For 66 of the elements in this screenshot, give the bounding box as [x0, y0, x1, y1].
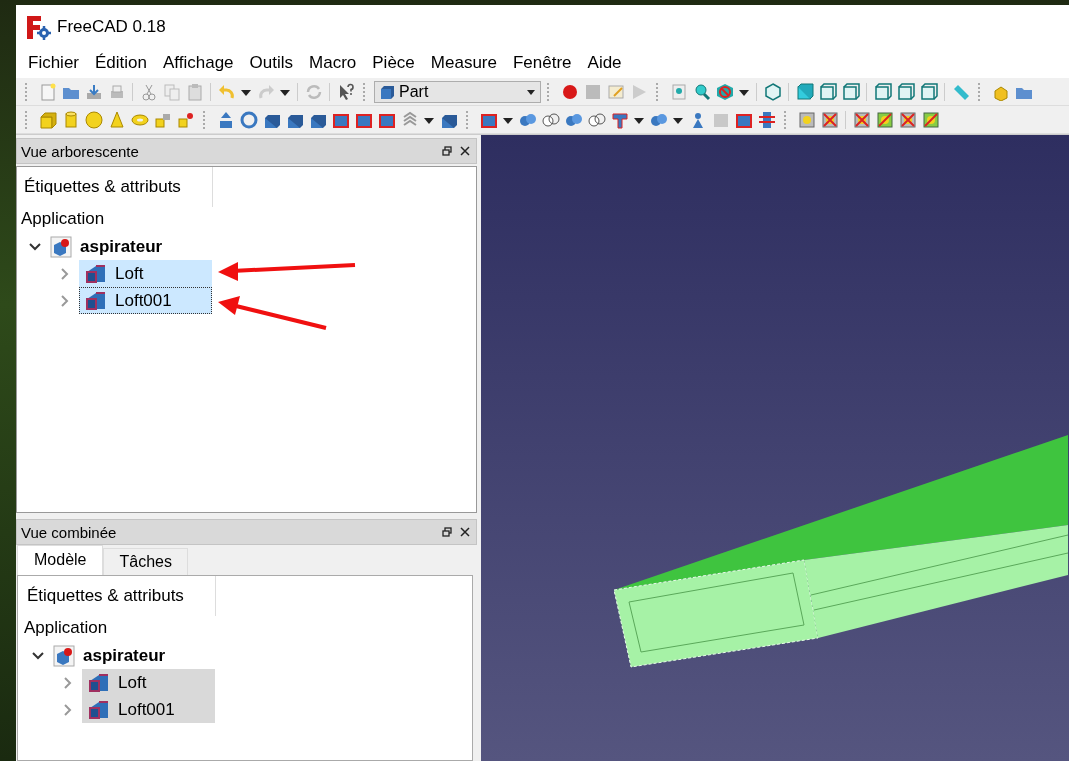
- toggle-delta-icon[interactable]: [921, 110, 940, 129]
- window-title: FreeCAD 0.18: [57, 16, 166, 37]
- tree-root-label: Application: [21, 209, 106, 229]
- fuse-icon[interactable]: [541, 110, 560, 129]
- document-icon: [53, 644, 75, 667]
- top-view-icon[interactable]: [818, 82, 837, 101]
- box-icon[interactable]: [38, 110, 57, 129]
- panel-title: Vue arborescente: [21, 142, 140, 160]
- join-icon[interactable]: [610, 110, 629, 129]
- tree-item[interactable]: aspirateur: [80, 236, 163, 257]
- shape-builder-icon[interactable]: [176, 110, 195, 129]
- save-icon[interactable]: [84, 82, 103, 101]
- tree-root-label: Application: [24, 618, 109, 638]
- measure-linear-icon[interactable]: [797, 110, 816, 129]
- menu-item[interactable]: Édition: [87, 53, 155, 73]
- menu-item[interactable]: Affichage: [155, 53, 242, 73]
- front-view-icon[interactable]: [795, 82, 814, 101]
- float-icon[interactable]: [442, 527, 452, 537]
- tree-item[interactable]: Loft: [82, 669, 215, 696]
- menu-item[interactable]: Measure: [422, 53, 505, 73]
- column-header[interactable]: Étiquettes & attributs: [23, 576, 216, 616]
- column-header[interactable]: Étiquettes & attributs: [20, 167, 213, 207]
- menu-item[interactable]: Macro: [301, 53, 365, 73]
- loft-icon: [85, 263, 107, 284]
- loft-icon: [85, 290, 107, 311]
- draw-style-icon[interactable]: [715, 82, 734, 101]
- part-cube-icon: [379, 83, 395, 100]
- toggle-3d-icon[interactable]: [898, 110, 917, 129]
- cut-icon[interactable]: [139, 82, 158, 101]
- close-icon[interactable]: [460, 146, 470, 156]
- float-icon[interactable]: [442, 146, 452, 156]
- tree-item[interactable]: Loft: [79, 260, 212, 287]
- slice-icon[interactable]: [757, 110, 776, 129]
- 3d-viewport[interactable]: [481, 135, 1069, 761]
- tab[interactable]: Tâches: [103, 548, 188, 575]
- sphere-icon[interactable]: [84, 110, 103, 129]
- isometric-view-icon[interactable]: [763, 82, 782, 101]
- toggle-measure-icon[interactable]: [875, 110, 894, 129]
- workbench-dropdown[interactable]: Part: [374, 80, 541, 103]
- fit-all-icon[interactable]: [669, 82, 688, 101]
- tab[interactable]: Modèle: [17, 545, 104, 575]
- tree-item[interactable]: aspirateur: [83, 645, 166, 666]
- measure-angular-icon[interactable]: [820, 110, 839, 129]
- revolve-icon[interactable]: [239, 110, 258, 129]
- tree-item[interactable]: Loft001: [79, 287, 212, 314]
- document-icon: [50, 235, 72, 258]
- menu-item[interactable]: Fenêtre: [504, 53, 580, 73]
- clear-measure-icon[interactable]: [852, 110, 871, 129]
- app-logo-icon: [25, 13, 51, 40]
- menu-item[interactable]: Fichier: [20, 53, 87, 73]
- left-view-icon[interactable]: [919, 82, 938, 101]
- bottom-view-icon[interactable]: [896, 82, 915, 101]
- close-icon[interactable]: [460, 527, 470, 537]
- right-view-icon[interactable]: [841, 82, 860, 101]
- tree-item[interactable]: Loft001: [82, 696, 215, 723]
- section-icon[interactable]: [587, 110, 606, 129]
- zoom-icon[interactable]: [692, 82, 711, 101]
- panel-title: Vue combinée: [21, 523, 118, 541]
- record-icon[interactable]: [560, 82, 579, 101]
- menu-item[interactable]: Aide: [579, 53, 630, 73]
- menu-item[interactable]: Outils: [241, 53, 302, 73]
- menu-item[interactable]: Pièce: [364, 53, 423, 73]
- rear-view-icon[interactable]: [873, 82, 892, 101]
- loft-icon: [88, 672, 110, 693]
- cone-icon[interactable]: [107, 110, 126, 129]
- loft-icon: [88, 699, 110, 720]
